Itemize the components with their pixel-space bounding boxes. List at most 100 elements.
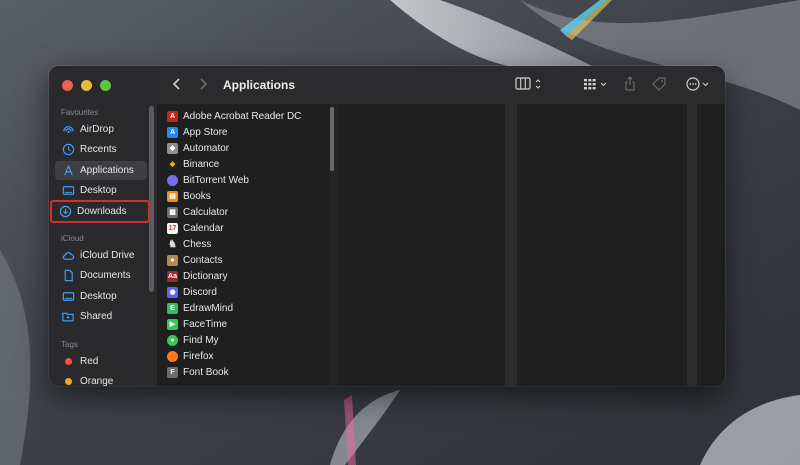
file-name: Calculator <box>183 206 229 218</box>
toolbar: Applications <box>157 66 725 105</box>
icloud-heading: iCloud <box>61 234 84 243</box>
chevron-right-icon <box>200 78 208 90</box>
file-item[interactable]: ▤ Books <box>167 188 211 204</box>
sidebar-item-airdrop[interactable]: AirDrop <box>55 120 147 139</box>
file-item[interactable]: 17 Calendar <box>167 220 224 236</box>
view-columns-button[interactable] <box>515 76 545 92</box>
file-name: Binance <box>183 158 220 170</box>
column-scrollbar[interactable] <box>330 107 334 171</box>
sidebar-item-icloud-desktop[interactable]: Desktop <box>55 287 147 306</box>
file-item[interactable]: ▦ Calculator <box>167 204 228 220</box>
file-name: Automator <box>183 142 230 154</box>
file-name: Calendar <box>183 222 224 234</box>
sidebar-item-documents[interactable]: Documents <box>55 266 147 285</box>
back-button[interactable] <box>171 76 183 92</box>
sidebar-tag-red[interactable]: Red <box>55 352 147 371</box>
sidebar-item-recents[interactable]: Recents <box>55 140 147 159</box>
file-name: Firefox <box>183 350 214 362</box>
chevron-left-icon <box>172 78 180 90</box>
sidebar-item-desktop[interactable]: Desktop <box>55 181 147 200</box>
dictionary-icon: Aa <box>167 270 178 282</box>
column-divider[interactable] <box>505 104 517 386</box>
file-item[interactable]: ◉ Discord <box>167 284 217 300</box>
window-title: Applications <box>223 78 296 92</box>
app-store-icon: A <box>167 126 178 138</box>
firefox-icon <box>167 350 178 362</box>
file-item[interactable]: Firefox <box>167 348 214 364</box>
column-divider[interactable] <box>687 104 697 386</box>
file-item[interactable]: ◆ Automator <box>167 140 229 156</box>
sidebar-item-label: Desktop <box>80 291 117 302</box>
more-actions-button[interactable] <box>685 76 711 92</box>
file-item[interactable]: Aa Dictionary <box>167 268 227 284</box>
file-item[interactable]: A Adobe Acrobat Reader DC <box>167 108 301 124</box>
acrobat-icon: A <box>167 110 178 122</box>
file-name: FaceTime <box>183 318 228 330</box>
file-name: Adobe Acrobat Reader DC <box>183 110 302 122</box>
file-name: Contacts <box>183 254 223 266</box>
file-name: Chess <box>183 238 212 250</box>
download-icon <box>58 205 72 219</box>
file-name: BitTorrent Web <box>183 174 249 186</box>
file-item[interactable]: F Font Book <box>167 364 229 380</box>
sidebar-item-label: Downloads <box>77 206 127 217</box>
facetime-icon: ▶ <box>167 318 178 330</box>
file-name: EdrawMind <box>183 302 234 314</box>
tag-dot-icon <box>61 375 75 387</box>
binance-icon: ◆ <box>167 158 178 170</box>
file-item[interactable]: E EdrawMind <box>167 300 233 316</box>
shared-folder-icon <box>61 310 75 324</box>
forward-button[interactable] <box>197 76 209 92</box>
file-item[interactable]: ♞ Chess <box>167 236 211 252</box>
airdrop-icon <box>61 123 75 137</box>
sidebar-scrollbar[interactable] <box>149 106 154 292</box>
file-item[interactable]: A App Store <box>167 124 227 140</box>
file-name: Books <box>183 190 211 202</box>
file-name: Font Book <box>183 366 229 378</box>
columns-view-icon <box>515 77 541 90</box>
group-button[interactable] <box>583 76 609 92</box>
desktop-icon <box>61 290 75 304</box>
zoom-button[interactable] <box>100 80 111 91</box>
sidebar-item-shared[interactable]: Shared <box>55 307 147 326</box>
sidebar-item-downloads[interactable]: Downloads <box>50 200 150 223</box>
file-item[interactable]: ● Find My <box>167 332 219 348</box>
tags-heading: Tags <box>61 340 78 349</box>
sidebar-item-icloud-drive[interactable]: iCloud Drive <box>55 246 147 265</box>
bittorrent-icon <box>167 174 178 186</box>
sidebar-item-label: Orange <box>80 376 114 386</box>
contacts-icon: ● <box>167 254 178 266</box>
window-controls <box>62 80 111 91</box>
column-empty <box>697 104 725 386</box>
minimize-button[interactable] <box>81 80 92 91</box>
sidebar: Favourites AirDrop Recents Applications … <box>49 66 158 386</box>
column-empty <box>517 104 687 386</box>
file-item[interactable]: ◆ Binance <box>167 156 219 172</box>
share-button[interactable] <box>623 76 637 92</box>
tag-icon <box>652 77 666 91</box>
close-button[interactable] <box>62 80 73 91</box>
file-item[interactable]: ▶ FaceTime <box>167 316 227 332</box>
column-empty <box>337 104 505 386</box>
column-applications: A Adobe Acrobat Reader DC A App Store ◆ … <box>157 104 329 386</box>
chess-icon: ♞ <box>168 238 177 250</box>
sidebar-item-label: Applications <box>80 165 134 176</box>
sidebar-item-label: AirDrop <box>80 124 114 135</box>
books-icon: ▤ <box>167 190 178 202</box>
cloud-icon <box>61 249 75 263</box>
file-item[interactable]: ● Contacts <box>167 252 222 268</box>
sidebar-tag-orange[interactable]: Orange <box>55 372 147 386</box>
tag-button[interactable] <box>651 76 667 92</box>
sidebar-item-applications[interactable]: Applications <box>55 161 147 180</box>
file-name: Dictionary <box>183 270 228 282</box>
favourites-heading: Favourites <box>61 108 99 117</box>
file-name: Find My <box>183 334 219 346</box>
tag-dot-icon <box>61 355 75 369</box>
find-my-icon: ● <box>167 334 178 346</box>
sidebar-item-label: Documents <box>80 270 131 281</box>
file-item[interactable]: BitTorrent Web <box>167 172 249 188</box>
edrawmind-icon: E <box>167 302 178 314</box>
file-name: App Store <box>183 126 228 138</box>
automator-icon: ◆ <box>167 142 178 154</box>
sidebar-item-label: Shared <box>80 311 113 322</box>
